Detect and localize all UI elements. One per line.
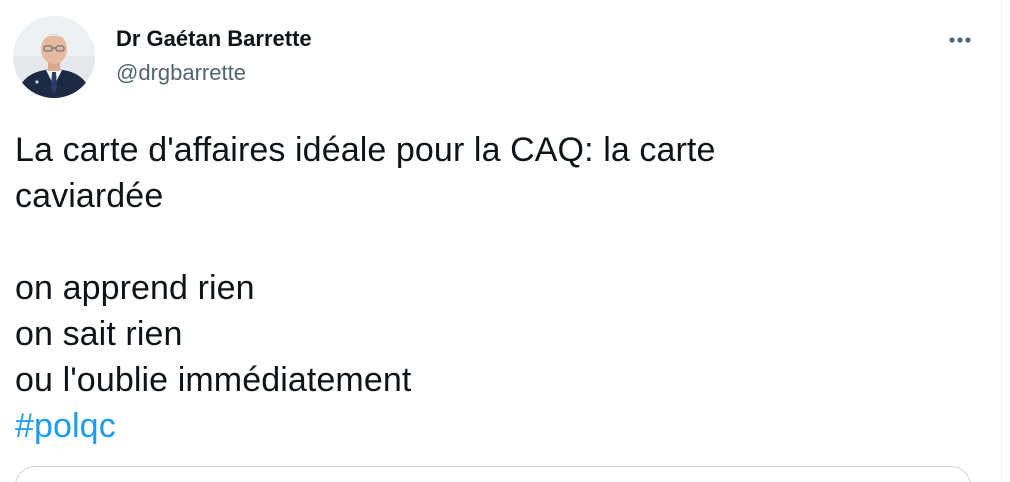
tweet-line: on apprend rien: [15, 269, 255, 307]
more-options-button[interactable]: [940, 26, 980, 54]
tweet-line: caviardée: [15, 177, 164, 215]
embedded-card[interactable]: [15, 466, 971, 482]
tweet-line: La carte d'affaires idéale pour la CAQ: …: [15, 131, 716, 169]
profile-photo-icon: [13, 16, 95, 98]
avatar[interactable]: [13, 16, 95, 98]
column-border: [1001, 0, 1002, 482]
more-horizontal-icon: [949, 37, 971, 43]
display-name[interactable]: Dr Gaétan Barrette: [116, 26, 312, 52]
tweet-line: on sait rien: [15, 315, 183, 353]
tweet-text: La carte d'affaires idéale pour la CAQ: …: [15, 127, 975, 449]
user-handle[interactable]: @drgbarrette: [116, 60, 246, 86]
hashtag-link[interactable]: #polqc: [15, 403, 975, 449]
tweet-line: ou l'oublie immédiatement: [15, 361, 412, 399]
